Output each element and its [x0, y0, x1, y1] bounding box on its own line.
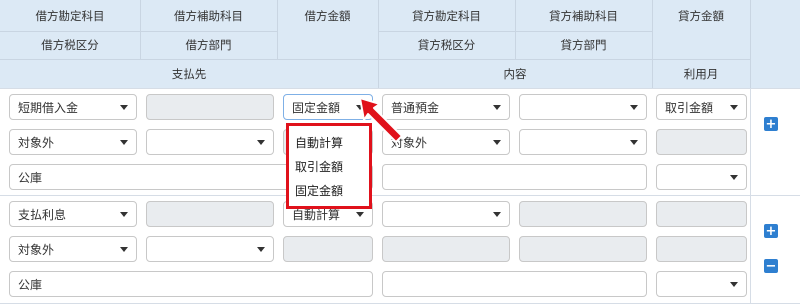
credit-amount-field — [656, 201, 747, 227]
header-credit-department: 貸方部門 — [560, 38, 607, 52]
debit-account-value: 支払利息 — [18, 207, 67, 222]
journal-template-grid: 借方勘定科目 借方補助科目 借方金額 貸方勘定科目 貸方補助科目 貸方金額 借方… — [0, 0, 800, 308]
header-debit-tax-category: 借方税区分 — [41, 38, 99, 52]
header-content: 内容 — [503, 66, 527, 81]
chevron-down-icon — [730, 104, 738, 110]
chevron-down-icon — [120, 246, 128, 252]
row-divider — [750, 88, 751, 304]
debit-tax-category-select[interactable]: 対象外 — [9, 236, 137, 262]
header-divider — [140, 0, 141, 59]
chevron-down-icon — [120, 139, 128, 145]
grid-header: 借方勘定科目 借方補助科目 借方金額 貸方勘定科目 貸方補助科目 貸方金額 借方… — [0, 0, 800, 88]
dropdown-option-transaction-amount[interactable]: 取引金額 — [295, 158, 343, 175]
debit-amount-value: 固定金額 — [292, 100, 341, 115]
header-credit-sub-account: 貸方補助科目 — [549, 8, 618, 23]
debit-account-value: 短期借入金 — [18, 100, 79, 115]
credit-account-select[interactable] — [382, 201, 510, 227]
credit-sub-account-select[interactable] — [519, 94, 647, 120]
header-debit-amount: 借方金額 — [304, 8, 351, 23]
debit-sub-account-field — [146, 94, 274, 120]
remove-row-button[interactable]: − — [764, 259, 778, 273]
credit-sub-account-field — [519, 201, 647, 227]
debit-department-select[interactable] — [146, 129, 274, 155]
credit-amount-value: 取引金額 — [665, 100, 714, 115]
header-divider — [750, 0, 751, 88]
row-divider — [0, 88, 800, 89]
chevron-down-icon — [493, 104, 501, 110]
debit-tax-category-value: 対象外 — [18, 242, 55, 257]
chevron-down-icon — [120, 104, 128, 110]
payee-value: 公庫 — [18, 277, 43, 292]
red-arrow-icon — [359, 97, 403, 143]
chevron-down-icon — [630, 104, 638, 110]
row-divider — [0, 303, 800, 304]
chevron-down-icon — [630, 139, 638, 145]
content-input[interactable] — [382, 271, 647, 297]
usage-month-select[interactable] — [656, 271, 747, 297]
debit-tax-category-select[interactable]: 対象外 — [9, 129, 137, 155]
dropdown-option-fixed-amount[interactable]: 固定金額 — [295, 182, 343, 199]
debit-sub-account-field — [146, 201, 274, 227]
payee-input[interactable]: 公庫 — [9, 271, 373, 297]
header-debit-department: 借方部門 — [185, 38, 232, 52]
debit-account-select[interactable]: 短期借入金 — [9, 94, 137, 120]
chevron-down-icon — [730, 281, 738, 287]
usage-month-select[interactable] — [656, 164, 747, 190]
chevron-down-icon — [257, 246, 265, 252]
debit-tax-category-value: 対象外 — [18, 135, 55, 150]
row-divider — [0, 195, 800, 196]
header-divider — [378, 0, 379, 88]
header-divider — [515, 0, 516, 59]
content-input[interactable] — [382, 164, 647, 190]
header-divider — [277, 0, 278, 59]
add-row-button[interactable]: + — [764, 224, 778, 238]
header-usage-month: 利用月 — [683, 66, 719, 81]
chevron-down-icon — [257, 139, 265, 145]
chevron-down-icon — [730, 174, 738, 180]
header-divider — [0, 31, 277, 32]
debit-account-select[interactable]: 支払利息 — [9, 201, 137, 227]
chevron-down-icon — [493, 139, 501, 145]
chevron-down-icon — [356, 211, 364, 217]
dropdown-option-auto-calc[interactable]: 自動計算 — [295, 134, 343, 151]
debit-department-select[interactable] — [146, 236, 274, 262]
debit-amount-input — [283, 236, 373, 262]
header-credit-tax-category: 貸方税区分 — [417, 38, 476, 52]
credit-department-select[interactable] — [519, 129, 647, 155]
credit-amount-input — [656, 129, 747, 155]
header-divider — [0, 59, 750, 60]
header-credit-amount: 貸方金額 — [678, 8, 724, 23]
header-payee: 支払先 — [171, 66, 207, 81]
header-credit-account: 貸方勘定科目 — [412, 8, 481, 23]
header-divider — [652, 0, 653, 88]
chevron-down-icon — [120, 211, 128, 217]
chevron-down-icon — [493, 211, 501, 217]
credit-department-field — [519, 236, 647, 262]
credit-amount-select[interactable]: 取引金額 — [656, 94, 747, 120]
header-debit-sub-account: 借方補助科目 — [174, 8, 243, 23]
header-debit-account: 借方勘定科目 — [35, 8, 105, 23]
credit-amount-input — [656, 236, 747, 262]
add-row-button[interactable]: + — [764, 117, 778, 131]
credit-tax-category-field — [382, 236, 510, 262]
